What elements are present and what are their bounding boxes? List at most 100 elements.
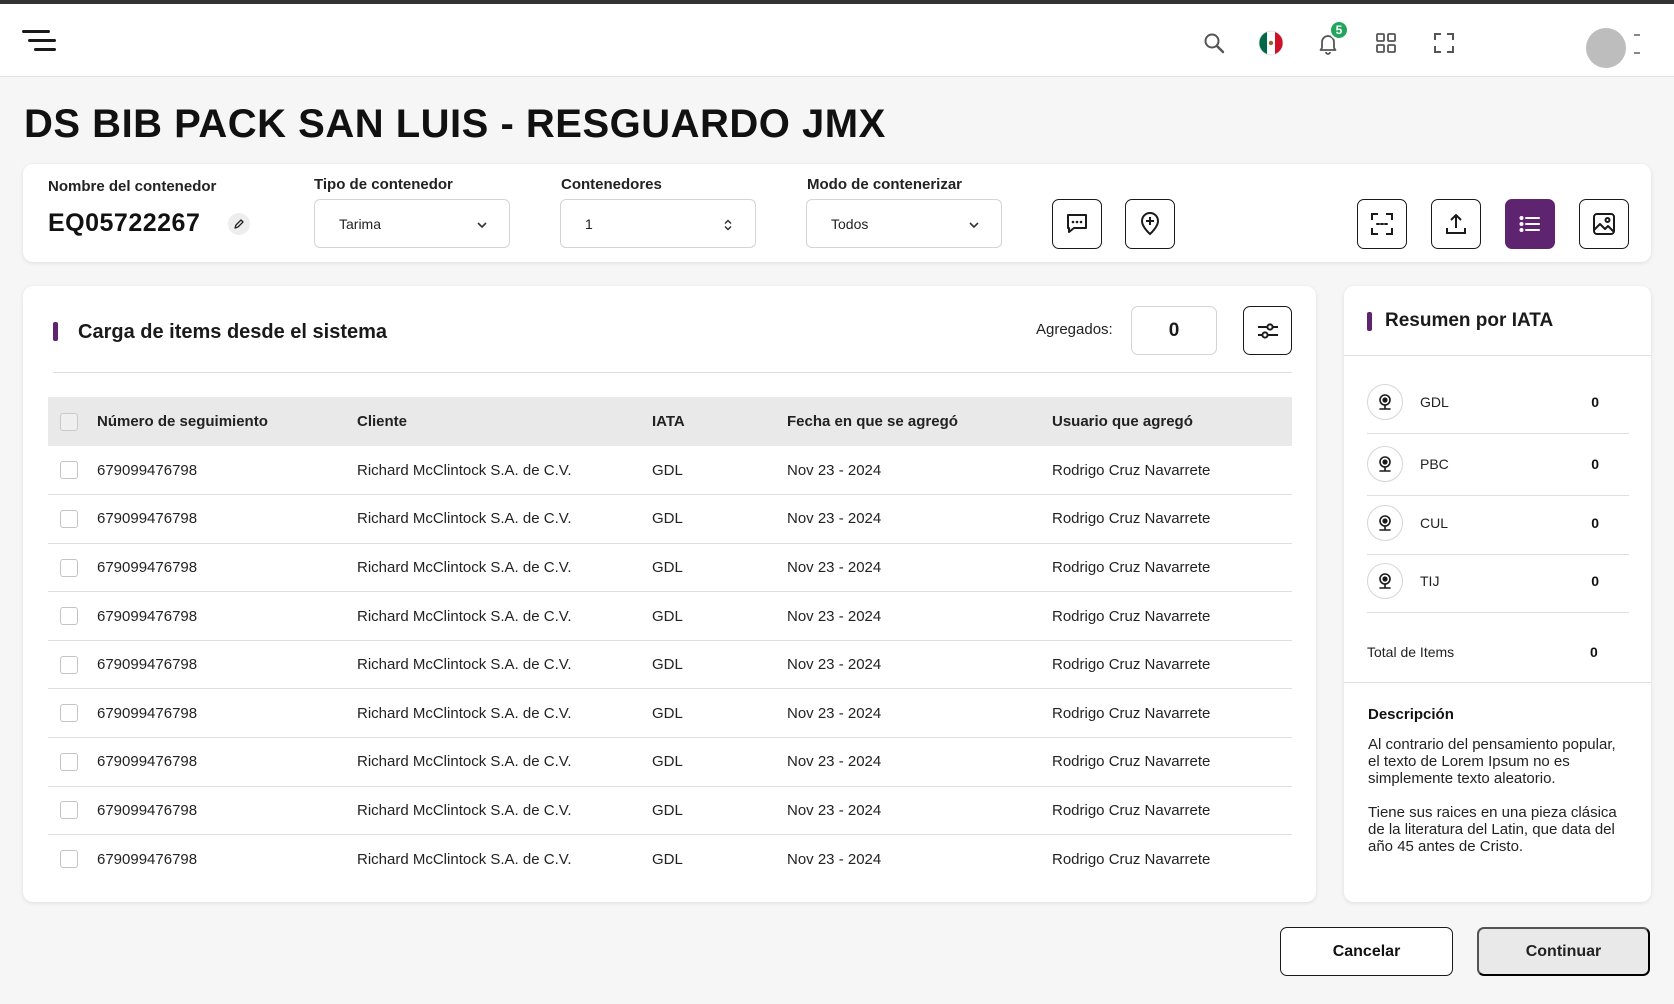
cancel-button[interactable]: Cancelar <box>1280 927 1453 976</box>
containerize-mode-value: Todos <box>831 216 869 232</box>
menu-icon[interactable] <box>22 28 56 54</box>
cell-client: Richard McClintock S.A. de C.V. <box>357 753 572 771</box>
cell-iata: GDL <box>652 607 683 625</box>
fullscreen-icon[interactable] <box>1429 28 1459 58</box>
table-row[interactable]: 679099476798 Richard McClintock S.A. de C… <box>48 592 1292 641</box>
cell-client: Richard McClintock S.A. de C.V. <box>357 704 572 722</box>
container-type-label: Tipo de contenedor <box>314 176 453 193</box>
iata-code: GDL <box>1420 394 1449 410</box>
scan-icon <box>1371 213 1393 235</box>
column-header-client: Cliente <box>357 413 408 430</box>
list-view-button[interactable] <box>1505 199 1555 249</box>
items-section-title: Carga de items desde el sistema <box>78 321 388 343</box>
image-button[interactable] <box>1579 199 1629 249</box>
cell-added-by: Rodrigo Cruz Navarrete <box>1052 510 1211 528</box>
cell-date-added: Nov 23 - 2024 <box>787 753 882 771</box>
cell-tracking-number: 679099476798 <box>97 461 198 479</box>
column-header-user: Usuario que agregó <box>1052 413 1193 430</box>
add-location-button[interactable] <box>1125 199 1175 249</box>
filter-sliders-icon <box>1257 322 1278 339</box>
iata-summary-title: Resumen por IATA <box>1385 310 1554 331</box>
table-row[interactable]: 679099476798 Richard McClintock S.A. de C… <box>48 786 1292 835</box>
cell-tracking-number: 679099476798 <box>97 704 198 722</box>
search-icon[interactable] <box>1199 28 1229 58</box>
table-row[interactable]: 679099476798 Richard McClintock S.A. de C… <box>48 835 1292 884</box>
cell-added-by: Rodrigo Cruz Navarrete <box>1052 558 1211 576</box>
row-checkbox[interactable] <box>60 655 78 674</box>
cell-client: Richard McClintock S.A. de C.V. <box>357 656 572 674</box>
items-table: Número de seguimiento Cliente IATA Fecha… <box>48 397 1292 883</box>
cell-client: Richard McClintock S.A. de C.V. <box>357 607 572 625</box>
section-accent-bar <box>1367 312 1372 331</box>
iata-code: CUL <box>1420 515 1449 531</box>
container-name-value: EQ05722267 <box>48 209 201 237</box>
pencil-icon[interactable] <box>228 213 250 235</box>
cell-iata: GDL <box>652 656 683 674</box>
table-row[interactable]: 679099476798 Richard McClintock S.A. de C… <box>48 446 1292 495</box>
table-row[interactable]: 679099476798 Richard McClintock S.A. de C… <box>48 738 1292 787</box>
cell-iata: GDL <box>652 461 683 479</box>
iata-row: PBC 0 <box>1367 434 1629 496</box>
bell-icon[interactable]: 5 <box>1313 20 1349 58</box>
select-all-checkbox[interactable] <box>60 412 78 431</box>
description-divider <box>1344 682 1651 683</box>
table-row[interactable]: 679099476798 Richard McClintock S.A. de C… <box>48 640 1292 689</box>
iata-row: GDL 0 <box>1367 372 1629 434</box>
row-checkbox[interactable] <box>60 752 78 771</box>
iata-row: CUL 0 <box>1367 493 1629 555</box>
iata-count: 0 <box>1591 394 1599 410</box>
description-paragraph: Tiene sus raices en una pieza clásica de… <box>1368 804 1617 855</box>
table-row[interactable]: 679099476798 Richard McClintock S.A. de C… <box>48 543 1292 592</box>
filter-button[interactable] <box>1243 306 1292 355</box>
mexico-flag-icon[interactable] <box>1256 28 1286 58</box>
iata-count: 0 <box>1591 456 1599 472</box>
iata-count: 0 <box>1591 515 1599 531</box>
cell-iata: GDL <box>652 753 683 771</box>
add-location-icon <box>1140 212 1160 236</box>
row-checkbox[interactable] <box>60 607 78 626</box>
row-checkbox[interactable] <box>60 704 78 723</box>
location-pin-icon <box>1367 446 1403 482</box>
cell-date-added: Nov 23 - 2024 <box>787 656 882 674</box>
row-checkbox[interactable] <box>60 801 78 820</box>
scan-button[interactable] <box>1357 199 1407 249</box>
iata-code: PBC <box>1420 456 1449 472</box>
cell-iata: GDL <box>652 510 683 528</box>
cell-iata: GDL <box>652 704 683 722</box>
table-row[interactable]: 679099476798 Richard McClintock S.A. de C… <box>48 495 1292 544</box>
containers-count-value: 1 <box>585 216 593 232</box>
continue-button[interactable]: Continuar <box>1477 927 1650 976</box>
cell-tracking-number: 679099476798 <box>97 850 198 868</box>
row-checkbox[interactable] <box>60 850 78 869</box>
iata-code: TIJ <box>1420 573 1440 589</box>
upload-icon <box>1446 214 1466 234</box>
cell-added-by: Rodrigo Cruz Navarrete <box>1052 801 1211 819</box>
containers-count-stepper[interactable]: 1 <box>560 199 756 248</box>
stepper-icon[interactable] <box>721 218 735 232</box>
container-type-value: Tarima <box>339 216 382 232</box>
cell-client: Richard McClintock S.A. de C.V. <box>357 850 572 868</box>
cell-added-by: Rodrigo Cruz Navarrete <box>1052 607 1211 625</box>
chevron-down-icon <box>969 222 979 229</box>
comment-button[interactable] <box>1052 199 1102 249</box>
cell-tracking-number: 679099476798 <box>97 753 198 771</box>
cell-added-by: Rodrigo Cruz Navarrete <box>1052 704 1211 722</box>
containerize-mode-select[interactable]: Todos <box>806 199 1002 248</box>
avatar[interactable] <box>1586 28 1626 68</box>
upload-button[interactable] <box>1431 199 1481 249</box>
table-row[interactable]: 679099476798 Richard McClintock S.A. de C… <box>48 689 1292 738</box>
table-header-row: Número de seguimiento Cliente IATA Fecha… <box>48 397 1292 446</box>
cell-date-added: Nov 23 - 2024 <box>787 558 882 576</box>
container-type-select[interactable]: Tarima <box>314 199 510 248</box>
row-checkbox[interactable] <box>60 461 78 480</box>
iata-row: TIJ 0 <box>1367 551 1629 613</box>
user-menu-caret-icon[interactable] <box>1634 32 1640 58</box>
top-bar: 5 <box>0 4 1674 77</box>
cell-tracking-number: 679099476798 <box>97 607 198 625</box>
row-checkbox[interactable] <box>60 558 78 577</box>
apps-grid-icon[interactable] <box>1371 28 1401 58</box>
cell-date-added: Nov 23 - 2024 <box>787 801 882 819</box>
chevron-down-icon <box>477 222 487 229</box>
row-checkbox[interactable] <box>60 509 78 528</box>
list-icon <box>1519 216 1540 232</box>
